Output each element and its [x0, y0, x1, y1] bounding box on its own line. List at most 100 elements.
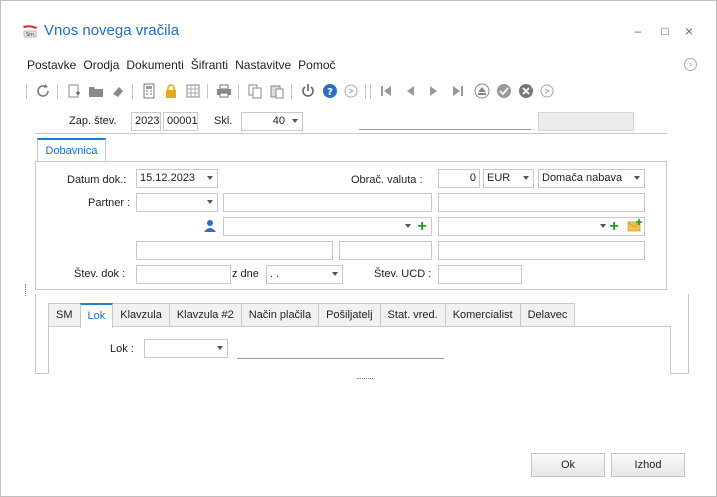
partner-name-input[interactable] [223, 193, 432, 212]
menu-pomoc[interactable]: Pomoč [298, 58, 335, 74]
app-logo-icon: Sm [23, 25, 37, 38]
tab-delavec[interactable]: Delavec [519, 303, 576, 327]
chevron-down-icon [523, 176, 529, 180]
toolbar-separator [57, 84, 58, 99]
skl-label: Skl. [214, 115, 233, 127]
nav-icon[interactable] [343, 83, 359, 99]
menu-dokumenti[interactable]: Dokumenti [126, 58, 183, 74]
zap-stev-label: Zap. štev. [69, 115, 117, 127]
grid-icon[interactable] [185, 83, 201, 99]
toolbar-separator [132, 84, 133, 99]
prev-icon[interactable] [402, 83, 418, 99]
document-number-input[interactable]: 00001 [163, 112, 198, 131]
warehouse-select[interactable]: 40 [241, 112, 303, 131]
window: Sm Vnos novega vračila – □ × Postavke Or… [0, 0, 717, 497]
next-icon[interactable] [426, 83, 442, 99]
tab-sm[interactable]: SM [48, 303, 81, 327]
warehouse-value: 40 [272, 115, 285, 127]
eraser-icon[interactable] [110, 83, 126, 99]
document-date-input[interactable]: 15.12.2023 [136, 169, 218, 188]
toolbar-separator [365, 84, 366, 99]
paste-icon[interactable] [269, 83, 285, 99]
partner-extra-input-2[interactable] [339, 241, 432, 260]
warehouse-name-line [359, 129, 531, 130]
horizontal-splitter-grip[interactable] [357, 378, 373, 380]
toolbar-separator [238, 84, 239, 99]
power-icon[interactable] [300, 83, 316, 99]
menu-postavke[interactable]: Postavke [27, 58, 76, 74]
first-icon[interactable] [378, 83, 394, 99]
person-icon[interactable] [203, 219, 217, 233]
document-number-ref-input[interactable] [136, 265, 231, 284]
sub-tab-bar: SM Lok Klavzula Klavzula #2 Način plačil… [48, 303, 576, 328]
lok-panel: Lok : [48, 326, 671, 374]
year-input[interactable]: 2023 [131, 112, 161, 131]
document-ref-date-input[interactable]: . . [266, 265, 343, 284]
procurement-type-select[interactable]: Domača nabava [538, 169, 645, 188]
menu-sifranti[interactable]: Šifranti [191, 58, 228, 74]
tab-klavzula-2[interactable]: Klavzula #2 [168, 303, 242, 327]
eject-icon[interactable] [474, 83, 490, 99]
folder-icon[interactable] [88, 83, 104, 99]
tab-komercialist[interactable]: Komercialist [444, 303, 521, 327]
minimize-button[interactable]: – [630, 23, 646, 39]
tab-klavzula[interactable]: Klavzula [112, 303, 170, 327]
vertical-splitter-grip[interactable] [25, 284, 27, 296]
toolbar-separator [370, 84, 371, 99]
stev-ucd-label: Štev. UCD : [374, 268, 432, 280]
lock-icon[interactable] [163, 83, 179, 99]
ucd-number-input[interactable] [438, 265, 522, 284]
copy-icon[interactable] [247, 83, 263, 99]
partner-extra-input-1[interactable] [136, 241, 333, 260]
svg-text:?: ? [327, 87, 333, 98]
chevron-down-icon [332, 272, 338, 276]
add-delivery-contact-icon[interactable]: + [608, 219, 620, 235]
last-icon[interactable] [450, 83, 466, 99]
obrac-valuta-label: Obrač. valuta : [351, 174, 423, 186]
new-doc-icon[interactable] [66, 83, 82, 99]
refresh-icon[interactable] [35, 83, 51, 99]
tab-posiljatelj[interactable]: Pošiljatelj [318, 303, 381, 327]
close-button[interactable]: × [681, 23, 697, 39]
document-date-value: 15.12.2023 [140, 172, 196, 184]
confirm-icon[interactable] [496, 83, 512, 99]
tab-nacin-placila[interactable]: Način plačila [240, 303, 320, 327]
collapse-menu-icon[interactable]: › [684, 58, 697, 71]
add-contact-icon[interactable]: + [416, 219, 428, 235]
toolbar-separator [207, 84, 208, 99]
menu-nastavitve[interactable]: Nastavitve [235, 58, 291, 74]
exchange-rate-input[interactable]: 0 [438, 169, 480, 188]
print-icon[interactable] [216, 83, 232, 99]
cancel-icon[interactable] [518, 83, 534, 99]
lok-select[interactable] [144, 339, 228, 358]
currency-value: EUR [487, 172, 511, 184]
chevron-down-icon [634, 176, 640, 180]
partner-label: Partner : [88, 197, 131, 209]
contact-person-select[interactable] [223, 217, 432, 236]
partner-extra-input-3[interactable] [438, 241, 645, 260]
mail-add-icon[interactable] [627, 218, 643, 232]
chevron-down-icon [405, 224, 411, 228]
datum-dok-label: Datum dok.: [67, 174, 127, 186]
maximize-button[interactable]: □ [657, 23, 673, 39]
tab-dobavnica[interactable]: Dobavnica [37, 138, 106, 162]
more-icon[interactable] [539, 83, 555, 99]
ok-button[interactable]: Ok [531, 453, 605, 477]
menu-orodja[interactable]: Orodja [83, 58, 119, 74]
partner-address-input[interactable] [438, 193, 645, 212]
toolbar-grip [26, 84, 27, 99]
procurement-type-value: Domača nabava [542, 172, 623, 184]
izhod-button[interactable]: Izhod [611, 453, 685, 477]
svg-text:Sm: Sm [26, 32, 34, 38]
help-icon[interactable]: ? [322, 83, 338, 99]
chevron-down-icon [292, 119, 298, 123]
title-bar: Sm Vnos novega vračila – □ × [1, 1, 716, 45]
chevron-down-icon [600, 224, 606, 228]
menu-bar: Postavke Orodja Dokumenti Šifranti Nasta… [27, 58, 343, 74]
currency-select[interactable]: EUR [483, 169, 534, 188]
lok-name-line [237, 358, 444, 359]
partner-select[interactable] [136, 193, 218, 212]
calculator-icon[interactable] [141, 83, 157, 99]
tab-lok[interactable]: Lok [79, 303, 114, 328]
tab-stat-vred[interactable]: Stat. vred. [379, 303, 446, 327]
